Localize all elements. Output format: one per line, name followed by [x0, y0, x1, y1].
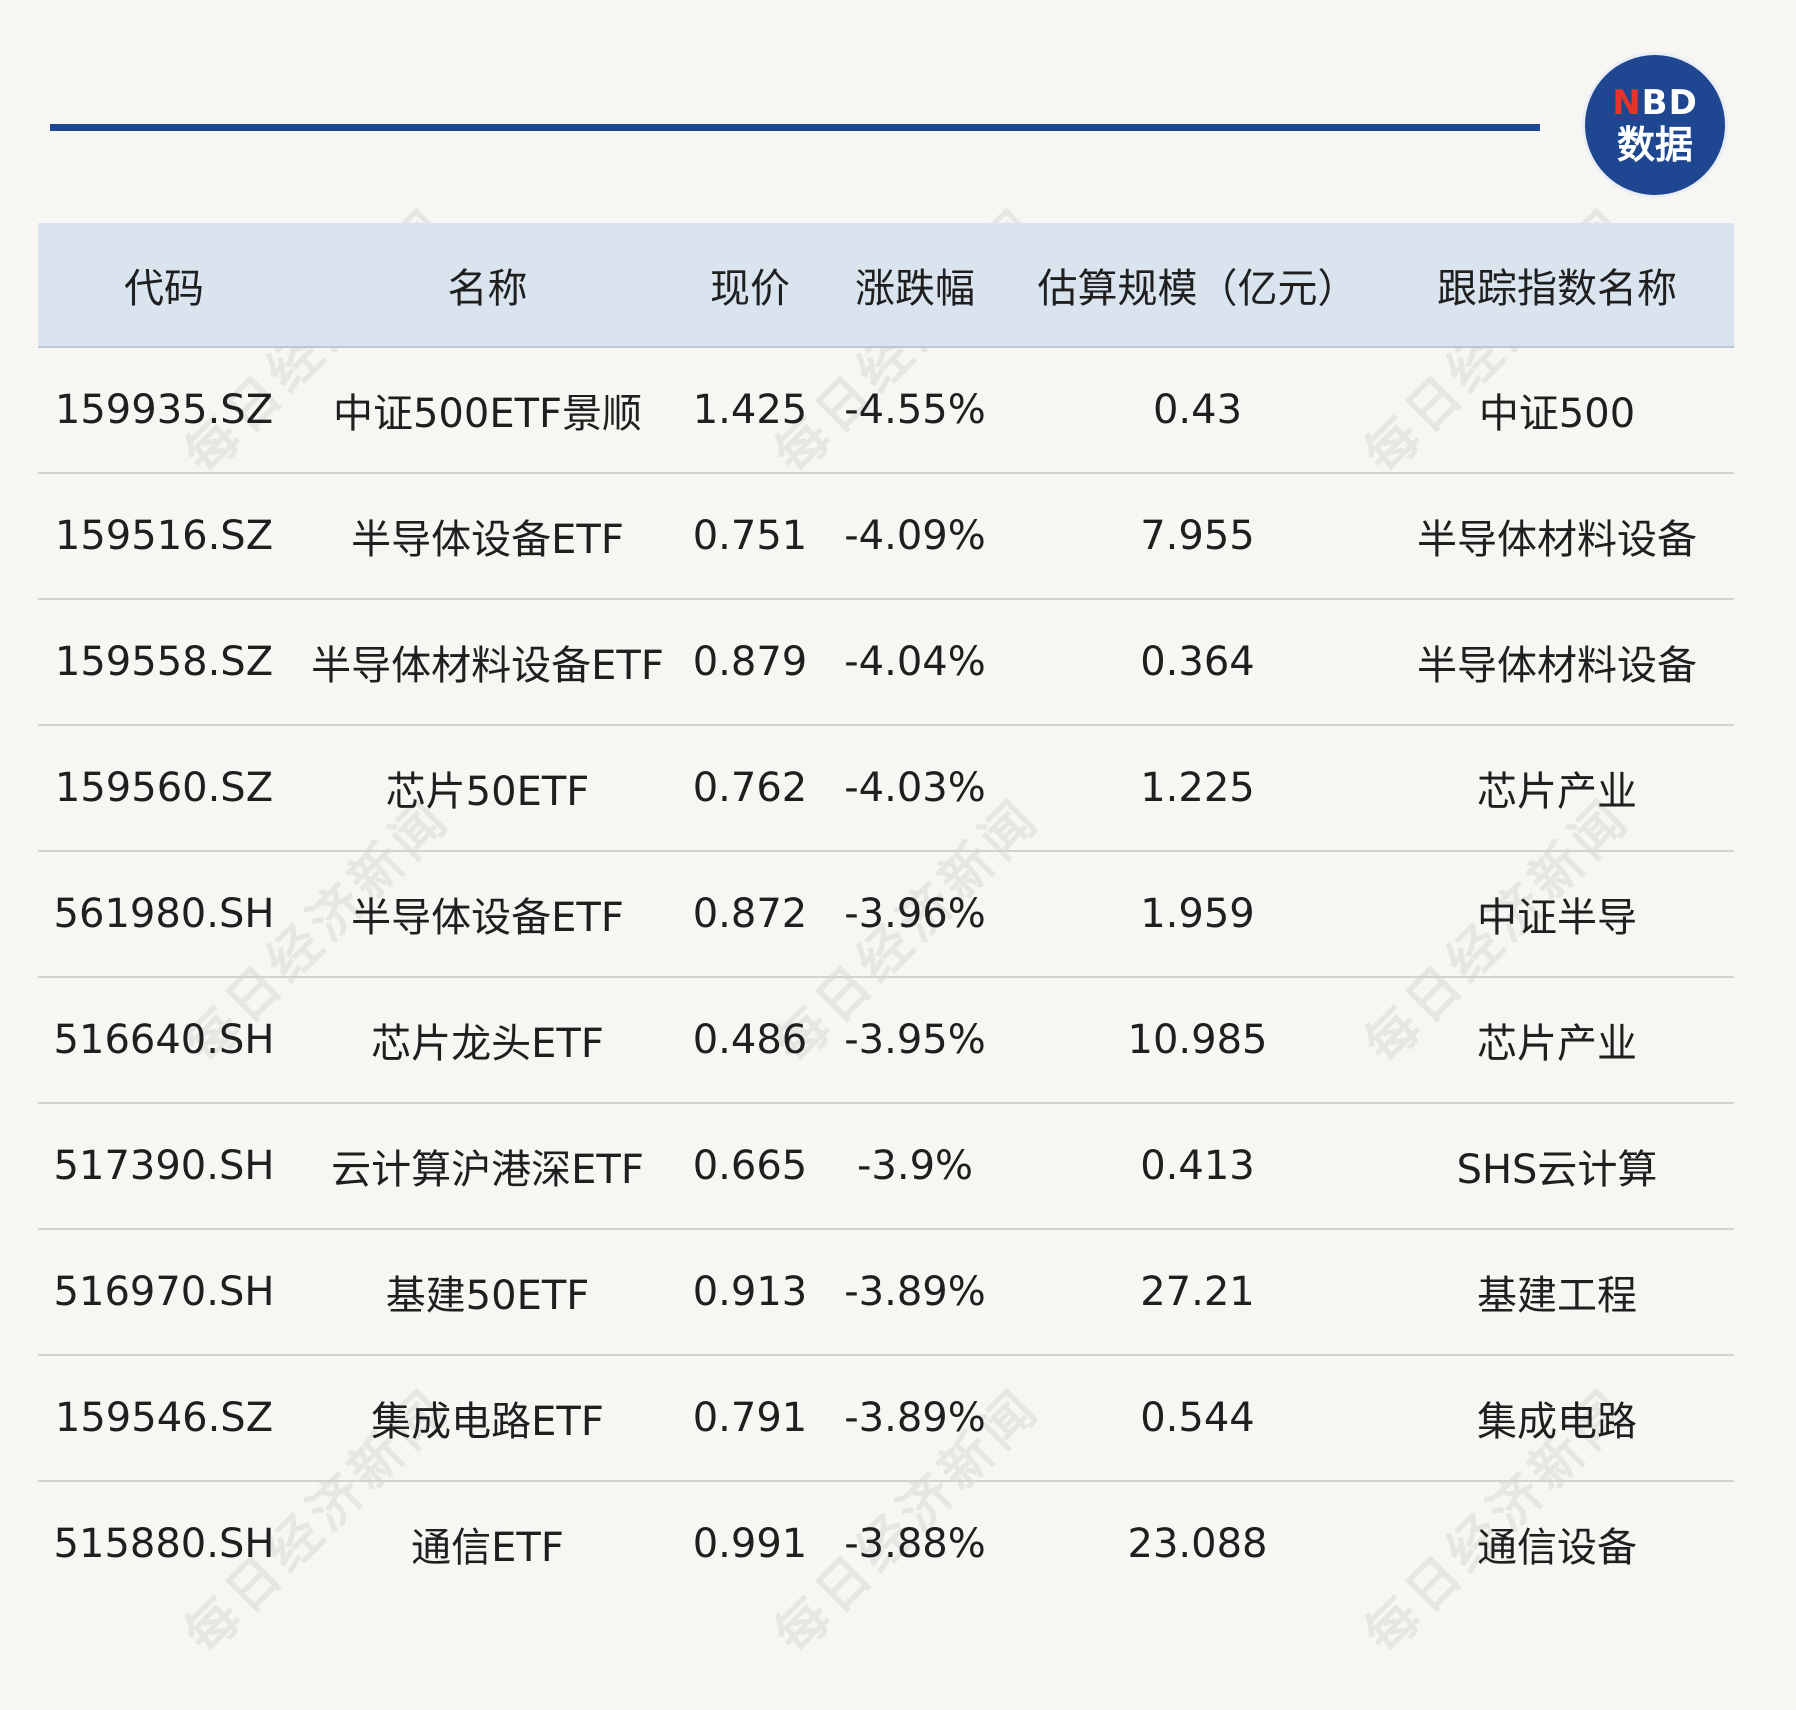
- cell-name: 通信ETF: [411, 1525, 564, 1571]
- cell-scale: 7.955: [1140, 513, 1255, 559]
- table-row: 159516.SZ 半导体设备ETF 0.751 -4.09% 7.955 半导…: [38, 474, 1734, 600]
- logo-sub: 数据: [1616, 123, 1693, 167]
- cell-price: 1.425: [692, 387, 808, 433]
- cell-index: 基建工程: [1477, 1273, 1637, 1319]
- header-name: 名称: [447, 265, 528, 312]
- cell-index: SHS云计算: [1456, 1147, 1658, 1193]
- cell-price: 0.913: [692, 1269, 808, 1315]
- cell-code: 516640.SH: [53, 1017, 275, 1063]
- table-header-row: 代码 名称 现价 涨跌幅 估算规模（亿元） 跟踪指数名称: [38, 223, 1734, 348]
- cell-change: -3.9%: [856, 1143, 974, 1189]
- header-code: 代码: [124, 265, 204, 312]
- cell-index: 芯片产业: [1477, 1021, 1637, 1067]
- cell-code: 159558.SZ: [54, 639, 274, 685]
- cell-name: 半导体设备ETF: [351, 895, 624, 941]
- cell-code: 561980.SH: [53, 891, 275, 937]
- header-price: 现价: [710, 265, 790, 312]
- cell-index: 半导体材料设备: [1417, 517, 1697, 563]
- cell-change: -3.88%: [844, 1521, 986, 1567]
- cell-scale: 23.088: [1127, 1521, 1268, 1567]
- cell-price: 0.751: [692, 513, 808, 559]
- table-row: 159546.SZ 集成电路ETF 0.791 -3.89% 0.544 集成电…: [38, 1356, 1734, 1482]
- cell-scale: 0.413: [1140, 1143, 1255, 1189]
- table-row: 516970.SH 基建50ETF 0.913 -3.89% 27.21 基建工…: [38, 1230, 1734, 1356]
- cell-price: 0.762: [692, 765, 808, 811]
- table-row: 515880.SH 通信ETF 0.991 -3.88% 23.088 通信设备: [38, 1482, 1734, 1606]
- cell-name: 芯片龙头ETF: [371, 1021, 604, 1067]
- table-row: 159560.SZ 芯片50ETF 0.762 -4.03% 1.225 芯片产…: [38, 726, 1734, 852]
- cell-change: -4.03%: [844, 765, 986, 811]
- header-scale: 估算规模（亿元）: [1037, 265, 1358, 312]
- cell-change: -3.95%: [844, 1017, 986, 1063]
- table-row: 159935.SZ 中证500ETF景顺 1.425 -4.55% 0.43 中…: [38, 348, 1734, 474]
- cell-code: 515880.SH: [53, 1521, 275, 1567]
- cell-name: 半导体设备ETF: [351, 517, 624, 563]
- cell-scale: 10.985: [1127, 1017, 1268, 1063]
- cell-name: 半导体材料设备ETF: [311, 643, 664, 689]
- table-row: 517390.SH 云计算沪港深ETF 0.665 -3.9% 0.413 SH…: [38, 1104, 1734, 1230]
- header-rule: [50, 124, 1540, 131]
- cell-price: 0.991: [692, 1521, 808, 1567]
- cell-scale: 0.544: [1140, 1395, 1255, 1441]
- cell-code: 159546.SZ: [54, 1395, 274, 1441]
- cell-index: 中证半导: [1477, 895, 1637, 941]
- cell-index: 半导体材料设备: [1417, 643, 1697, 689]
- cell-price: 0.872: [692, 891, 808, 937]
- cell-index: 中证500: [1478, 391, 1636, 437]
- cell-scale: 1.225: [1140, 765, 1255, 811]
- cell-change: -3.96%: [844, 891, 986, 937]
- header-change: 涨跌幅: [855, 265, 975, 312]
- cell-change: -4.55%: [844, 387, 986, 433]
- cell-change: -3.89%: [844, 1269, 986, 1315]
- cell-price: 0.879: [692, 639, 808, 685]
- cell-name: 基建50ETF: [385, 1273, 590, 1319]
- table-row: 561980.SH 半导体设备ETF 0.872 -3.96% 1.959 中证…: [38, 852, 1734, 978]
- cell-code: 517390.SH: [53, 1143, 275, 1189]
- cell-scale: 0.43: [1152, 387, 1243, 433]
- header-index: 跟踪指数名称: [1437, 265, 1677, 312]
- cell-index: 通信设备: [1477, 1525, 1637, 1571]
- cell-price: 0.791: [692, 1395, 808, 1441]
- cell-scale: 27.21: [1140, 1269, 1255, 1315]
- cell-code: 159516.SZ: [54, 513, 274, 559]
- cell-scale: 0.364: [1140, 639, 1255, 685]
- cell-code: 159560.SZ: [54, 765, 274, 811]
- cell-name: 云计算沪港深ETF: [331, 1147, 644, 1193]
- cell-index: 集成电路: [1477, 1399, 1637, 1445]
- cell-name: 芯片50ETF: [385, 769, 590, 815]
- cell-price: 0.665: [692, 1143, 808, 1189]
- table-row: 159558.SZ 半导体材料设备ETF 0.879 -4.04% 0.364 …: [38, 600, 1734, 726]
- cell-name: 集成电路ETF: [371, 1399, 604, 1445]
- cell-scale: 1.959: [1140, 891, 1255, 937]
- cell-price: 0.486: [692, 1017, 808, 1063]
- logo-letter-n: N: [1612, 83, 1642, 123]
- cell-index: 芯片产业: [1477, 769, 1637, 815]
- cell-name: 中证500ETF景顺: [332, 391, 643, 437]
- cell-code: 159935.SZ: [54, 387, 274, 433]
- cell-change: -3.89%: [844, 1395, 986, 1441]
- cell-code: 516970.SH: [53, 1269, 275, 1315]
- logo-letters-bd: BD: [1641, 83, 1698, 123]
- table-row: 516640.SH 芯片龙头ETF 0.486 -3.95% 10.985 芯片…: [38, 978, 1734, 1104]
- nbd-data-logo: NBD 数据: [1585, 55, 1725, 195]
- cell-change: -4.04%: [844, 639, 986, 685]
- etf-table: 代码 名称 现价 涨跌幅 估算规模（亿元） 跟踪指数名称 159935.SZ 中…: [38, 223, 1734, 1606]
- cell-change: -4.09%: [844, 513, 986, 559]
